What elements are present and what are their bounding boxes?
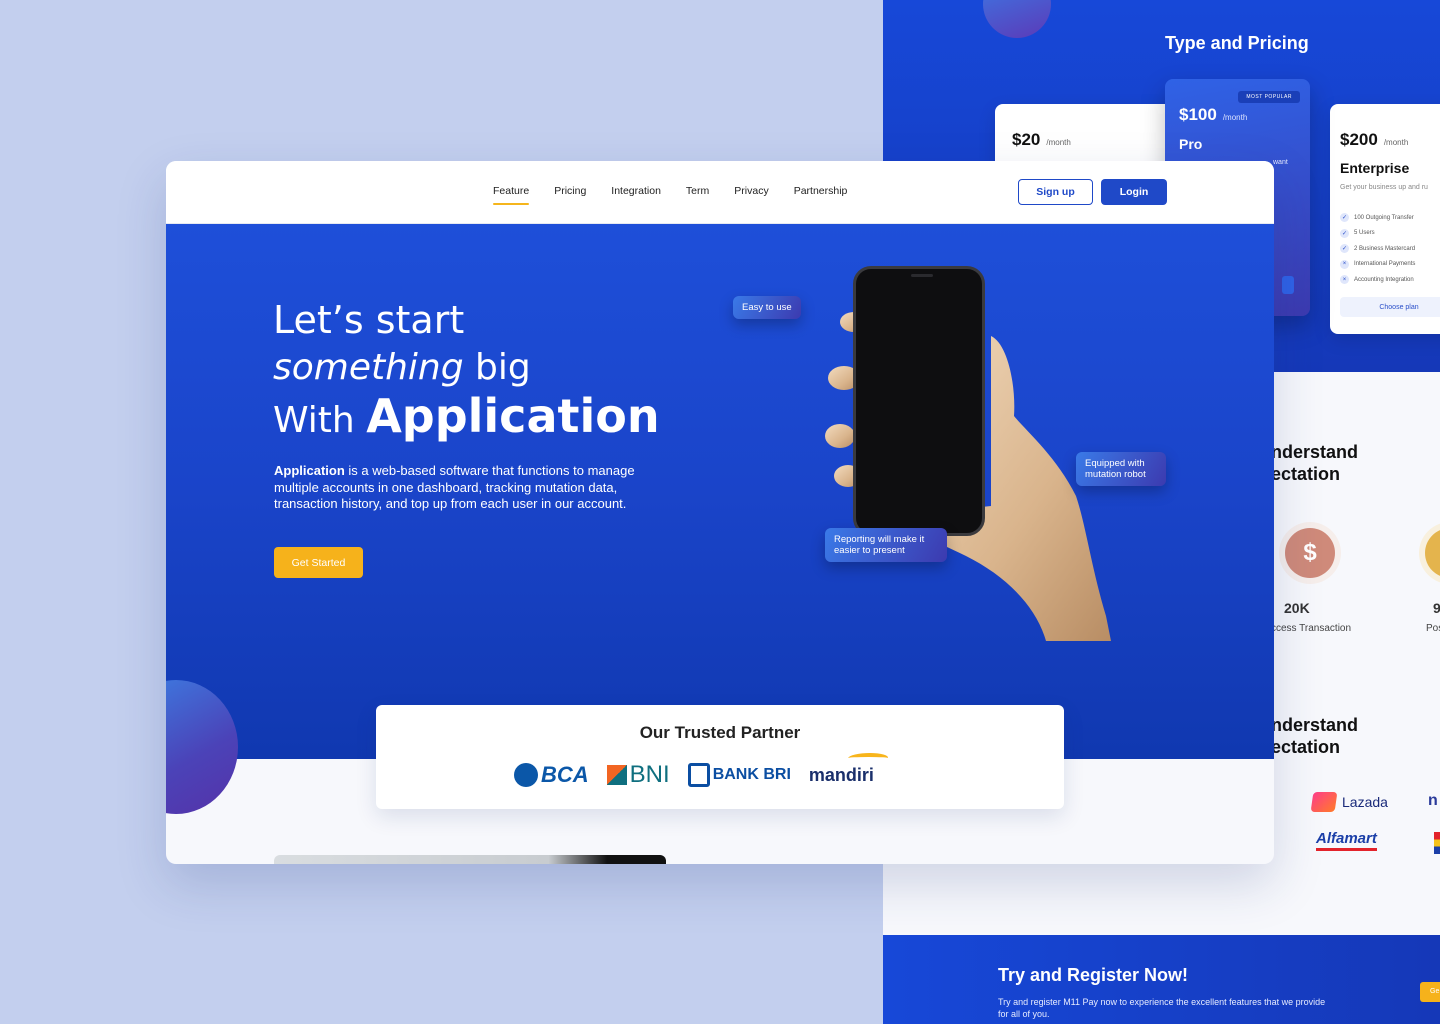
- lazada-logo: Lazada: [1310, 792, 1388, 812]
- understand-heading: nderstand ectation: [1271, 442, 1359, 484]
- landing-page-window: Feature Pricing Integration Term Privacy…: [166, 161, 1274, 864]
- get-started-button[interactable]: Get Started: [274, 547, 363, 578]
- dollar-icon: $: [1285, 528, 1335, 578]
- plan-card-enterprise: $200/month Enterprise Get your business …: [1330, 104, 1440, 334]
- cta-button[interactable]: Ge: [1420, 982, 1440, 1002]
- plan-feature-list: ✓ 100 Outgoing Transfer ✓ 5 Users ✓ 2 Busin…: [1340, 210, 1415, 288]
- stat-label: ccess Transaction: [1271, 623, 1352, 634]
- plan-price: $20/month: [1012, 130, 1071, 149]
- stat-icon: [1425, 528, 1440, 578]
- trusted-partner-card: Our Trusted Partner BCA BNI BANK BRI man…: [376, 705, 1064, 809]
- plan-description: want: [1273, 159, 1288, 166]
- plan-name: Enterprise: [1340, 160, 1410, 176]
- decorative-orb: [983, 0, 1051, 38]
- brand-logo: n: [1428, 792, 1438, 809]
- choose-plan-button[interactable]: [1282, 276, 1294, 294]
- section-image-peek: [274, 855, 666, 864]
- check-icon: ✓: [1340, 244, 1349, 254]
- hero-section: Let’s start something big With Applicati…: [166, 224, 1274, 759]
- pricing-title: Type and Pricing: [1165, 33, 1309, 53]
- stat-label: Positi: [1426, 623, 1440, 634]
- plan-feature: ✓ 2 Business Mastercard: [1340, 244, 1416, 254]
- brand-logo: [1434, 832, 1440, 854]
- nav-pricing[interactable]: Pricing: [554, 185, 586, 205]
- check-icon: ✓: [1340, 228, 1349, 238]
- plan-name: Pro: [1179, 136, 1203, 152]
- partner-logos: BCA BNI BANK BRI mandiri: [514, 752, 890, 789]
- plan-price: $200/month: [1340, 130, 1409, 149]
- plan-description: Get your business up and ru: [1340, 184, 1428, 191]
- cta-text: Try and register M11 Pay now to experien…: [998, 997, 1326, 1019]
- phone-mockup: [853, 266, 985, 536]
- nav-term[interactable]: Term: [686, 185, 709, 205]
- cta-title: Try and Register Now!: [998, 965, 1189, 985]
- hero-heading: Let’s start something big With Applicati…: [273, 298, 660, 443]
- plan-feature: × Accounting Integration: [1340, 272, 1415, 288]
- hero-illustration: Easy to use Equipped with mutation robot…: [733, 266, 1166, 641]
- signup-button[interactable]: Sign up: [1018, 179, 1093, 205]
- plan-feature: ✓ 5 Users: [1340, 228, 1375, 238]
- cross-icon: ×: [1340, 275, 1349, 285]
- choose-plan-button[interactable]: Choose plan: [1340, 297, 1440, 317]
- bri-mark-icon: [687, 763, 710, 787]
- bni-logo: BNI: [606, 761, 670, 789]
- cross-icon: ×: [1340, 259, 1349, 269]
- check-icon: ✓: [1340, 213, 1349, 223]
- alfamart-logo: Alfamart: [1316, 830, 1377, 851]
- nav-feature[interactable]: Feature: [493, 185, 530, 205]
- plan-price: $100/month: [1179, 105, 1248, 124]
- understand-heading: nderstand ectation: [1271, 715, 1359, 757]
- feature-chip-easy: Easy to use: [733, 296, 801, 319]
- register-cta-section: Try and Register Now! Try and register M…: [883, 935, 1440, 1024]
- nav-partnership[interactable]: Partnership: [794, 185, 848, 205]
- stat-value: 9: [1433, 600, 1440, 616]
- plan-feature: ✓ 100 Outgoing Transfer: [1340, 213, 1414, 223]
- mandiri-wave-icon: [846, 752, 890, 763]
- partner-title: Our Trusted Partner: [639, 723, 801, 742]
- feature-chip-mutation: Equipped with mutation robot: [1076, 452, 1166, 486]
- feature-chip-reporting: Reporting will make it easier to present: [825, 528, 947, 562]
- bca-mark-icon: [514, 763, 538, 787]
- bni-mark-icon: [606, 765, 627, 785]
- phone-notch: [911, 274, 933, 277]
- bri-logo: BANK BRI: [687, 763, 791, 787]
- nav-integration[interactable]: Integration: [611, 185, 661, 205]
- navbar: Feature Pricing Integration Term Privacy…: [166, 161, 1274, 224]
- nav-privacy[interactable]: Privacy: [734, 185, 768, 205]
- nav-links: Feature Pricing Integration Term Privacy…: [493, 185, 872, 205]
- mandiri-logo: mandiri: [809, 752, 890, 786]
- plan-feature: × International Payments: [1340, 257, 1415, 273]
- bca-logo: BCA: [514, 762, 589, 788]
- most-popular-badge: MOST POPULAR: [1238, 91, 1300, 103]
- stat-value: 20K: [1284, 600, 1310, 616]
- lazada-mark-icon: [1310, 792, 1338, 812]
- login-button[interactable]: Login: [1101, 179, 1167, 205]
- hero-description: Application is a web-based software that…: [274, 463, 635, 511]
